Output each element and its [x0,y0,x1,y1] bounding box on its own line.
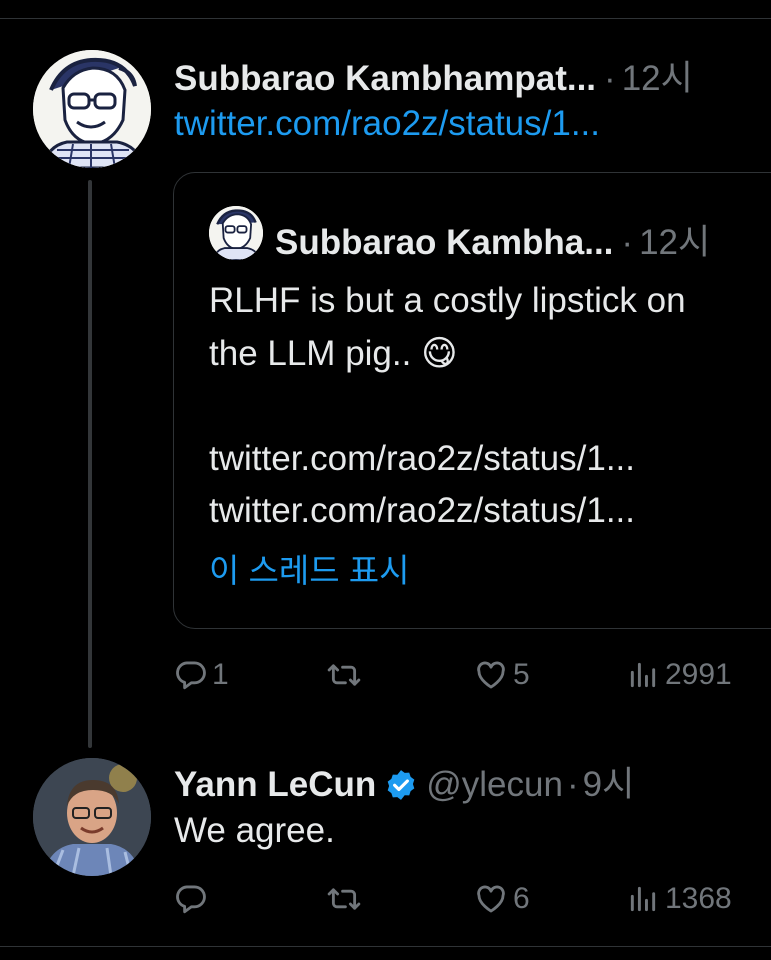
like-icon [477,885,505,913]
quote-link-1[interactable]: twitter.com/rao2z/status/1... [209,432,635,485]
tweet1-reply-button[interactable]: 1 [174,658,229,692]
quote-link-2[interactable]: twitter.com/rao2z/status/1... [209,484,635,537]
tweet1-views-count: 2991 [665,658,732,691]
tweet2-actions: 6 1368 [0,882,771,922]
retweet-icon [327,888,361,910]
tweet1-time[interactable]: 12시 [622,50,693,101]
bottom-divider [0,946,771,947]
tweet1-actions: 1 5 2991 [0,658,771,698]
verified-badge-icon [384,768,418,811]
tweet2-handle[interactable]: @ylecun [426,765,563,805]
tweet2-retweet-button[interactable] [326,882,362,916]
avatar-yann-lecun[interactable] [33,758,151,876]
avatar-sketch-icon [33,50,151,168]
tweet1-dot: · [604,59,616,98]
avatar-photo-icon [33,758,151,876]
avatar-subbarao[interactable] [33,50,151,168]
show-thread-link[interactable]: 이 스레드 표시 [209,544,410,597]
tweet2-header: Yann LeCun @ylecun · 9시 [174,756,634,804]
tweet1-reply-count: 1 [212,658,229,691]
tweet2-views-button[interactable]: 1368 [627,882,732,916]
views-icon [630,662,656,688]
reply-icon [176,885,206,914]
tweet2-time[interactable]: 9시 [583,756,635,807]
quote-avatar-subbarao[interactable] [209,206,263,260]
top-divider [0,18,771,19]
like-icon [477,661,505,689]
quote-dot: · [621,223,634,262]
tweet2-like-count: 6 [513,882,530,915]
tweet2-views-count: 1368 [665,882,732,915]
tweet1-retweet-button[interactable] [326,658,362,692]
tweet1-author[interactable]: Subbarao Kambhampat... [174,59,596,99]
tweet2-dot: · [566,765,579,804]
tweet2-reply-button[interactable] [174,882,208,916]
tweet1-like-button[interactable]: 5 [473,658,530,692]
reply-icon [176,661,206,690]
tweet1-views-button[interactable]: 2991 [627,658,732,692]
retweet-icon [327,664,361,686]
tweet1-link[interactable]: twitter.com/rao2z/status/1... [174,104,600,144]
quote-text-line2: the LLM pig.. 😋 [209,334,458,373]
quote-time: 12시 [639,223,711,262]
tweet2-text: We agree. [174,811,335,850]
tweet2-author[interactable]: Yann LeCun [174,765,376,805]
tweet1-header: Subbarao Kambhampat... · 12시 [174,50,693,98]
views-icon [630,886,656,912]
tweet2-like-button[interactable]: 6 [473,882,530,916]
quote-header: Subbarao Kambha... · 12시 [275,214,710,265]
quote-author[interactable]: Subbarao Kambha... [275,223,613,263]
quote-text-line1: RLHF is but a costly lipstick on [209,281,686,320]
quote-avatar-sketch-icon [209,206,263,260]
tweet1-like-count: 5 [513,658,530,691]
